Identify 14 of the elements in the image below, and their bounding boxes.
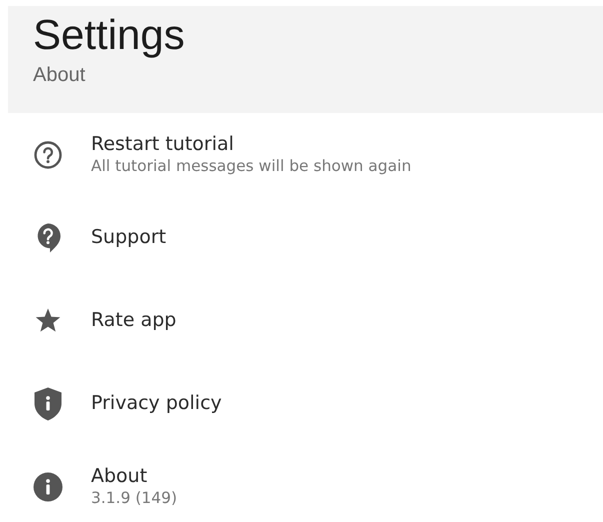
page-title: Settings: [33, 11, 186, 59]
item-title[interactable]: Restart tutorial: [91, 133, 234, 156]
item-title[interactable]: About: [91, 465, 148, 488]
item-title[interactable]: Privacy policy: [91, 392, 222, 415]
item-title[interactable]: Support: [91, 226, 166, 249]
info-icon: [33, 472, 63, 502]
item-subtitle: 3.1.9 (149): [91, 488, 178, 508]
shield-info-icon: [34, 386, 62, 420]
item-subtitle: All tutorial messages will be shown again: [91, 156, 412, 176]
star-icon: [35, 308, 61, 333]
support-bubble-icon: [35, 222, 61, 252]
page-subtitle: About: [33, 63, 86, 88]
help-circle-icon: [34, 140, 62, 168]
item-title[interactable]: Rate app: [91, 309, 176, 332]
